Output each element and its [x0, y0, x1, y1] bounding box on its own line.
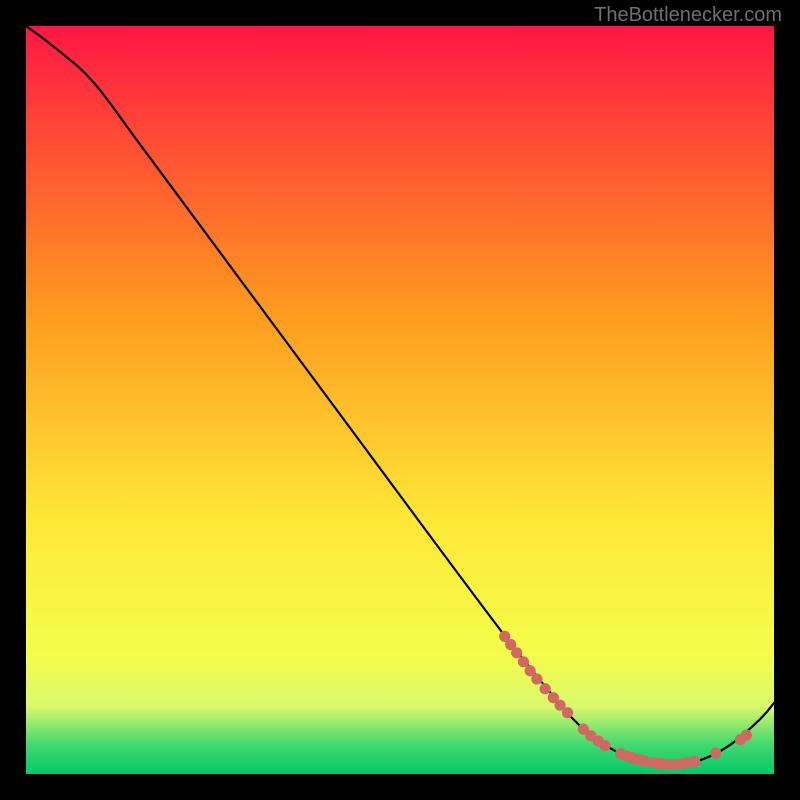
data-marker [599, 740, 610, 751]
data-marker [531, 673, 542, 684]
data-marker [689, 756, 700, 767]
gradient-background [26, 26, 774, 774]
watermark-text: TheBottlenecker.com [594, 4, 782, 27]
data-marker [518, 656, 529, 667]
data-marker [710, 747, 721, 758]
data-marker [562, 707, 573, 718]
data-marker [741, 730, 752, 741]
data-marker [540, 683, 551, 694]
chart-svg [26, 26, 774, 774]
data-marker [511, 647, 522, 658]
bottleneck-chart [26, 26, 774, 774]
